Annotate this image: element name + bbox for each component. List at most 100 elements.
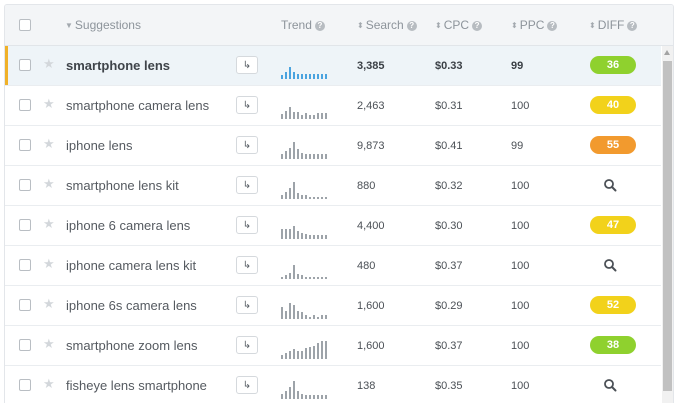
column-search[interactable]: ⬍ Search? <box>357 5 417 45</box>
table-row[interactable]: ★ fisheye lens smartphone ↳ 138 $0.35 100 <box>5 366 661 403</box>
trend-bar <box>301 233 303 239</box>
favorite-star-icon[interactable]: ★ <box>43 137 55 151</box>
cpc-value: $0.35 <box>435 380 463 392</box>
open-serp-arrow-icon[interactable]: ↳ <box>236 216 258 234</box>
cpc-value: $0.37 <box>435 340 463 352</box>
row-checkbox[interactable] <box>19 259 31 271</box>
trend-bar <box>309 395 311 399</box>
favorite-star-icon[interactable]: ★ <box>43 177 55 191</box>
column-trend[interactable]: Trend? <box>281 5 325 45</box>
trend-bar <box>301 275 303 279</box>
trend-bar <box>289 107 291 119</box>
sort-icon: ⬍ <box>589 21 596 30</box>
keyword-text[interactable]: smartphone zoom lens <box>66 326 198 365</box>
trend-bar <box>281 154 283 159</box>
sort-icon: ⬍ <box>357 21 364 30</box>
trend-bar <box>281 394 283 399</box>
table-row[interactable]: ★ iphone camera lens kit ↳ 480 $0.37 100 <box>5 246 661 286</box>
favorite-star-icon[interactable]: ★ <box>43 57 55 71</box>
search-volume: 3,385 <box>357 60 385 72</box>
trend-bar <box>301 115 303 119</box>
trend-bar <box>281 114 283 119</box>
search-volume: 138 <box>357 380 376 392</box>
column-suggestions[interactable]: ▼ Suggestions <box>65 5 141 45</box>
row-checkbox[interactable] <box>19 99 31 111</box>
row-checkbox[interactable] <box>19 339 31 351</box>
column-diff[interactable]: ⬍ DIFF? <box>589 5 638 45</box>
row-checkbox[interactable] <box>19 139 31 151</box>
open-serp-arrow-icon[interactable]: ↳ <box>236 56 258 74</box>
favorite-star-icon[interactable]: ★ <box>43 257 55 271</box>
keyword-text[interactable]: iphone 6 camera lens <box>66 206 190 245</box>
trend-bar <box>313 395 315 399</box>
trend-bar <box>305 348 307 359</box>
favorite-star-icon[interactable]: ★ <box>43 377 55 391</box>
column-cpc[interactable]: ⬍ CPC? <box>435 5 483 45</box>
ppc-value: 100 <box>511 340 530 352</box>
trend-bar <box>289 273 291 279</box>
help-icon[interactable]: ? <box>406 21 417 31</box>
open-serp-arrow-icon[interactable]: ↳ <box>236 296 258 314</box>
row-checkbox[interactable] <box>19 59 31 71</box>
help-icon[interactable]: ? <box>547 21 558 31</box>
difficulty-badge: 40 <box>590 96 636 114</box>
favorite-star-icon[interactable]: ★ <box>43 97 55 111</box>
keyword-text[interactable]: fisheye lens smartphone <box>66 366 207 403</box>
table-row[interactable]: ★ iphone 6s camera lens ↳ 1,600 $0.29 100 52 <box>5 286 661 326</box>
row-checkbox[interactable] <box>19 179 31 191</box>
trend-bar <box>305 315 307 319</box>
trend-sparkline <box>281 59 329 79</box>
trend-bar <box>309 74 311 79</box>
scrollbar-thumb[interactable] <box>663 61 672 391</box>
keyword-text[interactable]: iphone camera lens kit <box>66 246 196 285</box>
trend-bar <box>321 113 323 119</box>
magnifier-search-icon[interactable] <box>603 178 617 192</box>
help-icon[interactable]: ? <box>472 21 483 31</box>
trend-bar <box>285 229 287 239</box>
help-icon[interactable]: ? <box>627 21 638 31</box>
open-serp-arrow-icon[interactable]: ↳ <box>236 256 258 274</box>
trend-bar <box>301 153 303 159</box>
column-ppc[interactable]: ⬍ PPC? <box>511 5 558 45</box>
table-row[interactable]: ★ smartphone lens ↳ 3,385 $0.33 99 36 <box>5 46 661 86</box>
search-volume: 2,463 <box>357 100 385 112</box>
keyword-text[interactable]: iphone lens <box>66 126 133 165</box>
trend-bar <box>305 195 307 199</box>
keyword-text[interactable]: smartphone lens kit <box>66 166 179 205</box>
trend-bar <box>313 315 315 319</box>
favorite-star-icon[interactable]: ★ <box>43 297 55 311</box>
table-row[interactable]: ★ smartphone camera lens ↳ 2,463 $0.31 100 40 <box>5 86 661 126</box>
open-serp-arrow-icon[interactable]: ↳ <box>236 376 258 394</box>
table-row[interactable]: ★ smartphone zoom lens ↳ 1,600 $0.37 100 38 <box>5 326 661 366</box>
row-checkbox[interactable] <box>19 379 31 391</box>
column-suggestions-label: Suggestions <box>74 18 141 32</box>
trend-bar <box>289 188 291 199</box>
row-checkbox[interactable] <box>19 299 31 311</box>
magnifier-search-icon[interactable] <box>603 258 617 272</box>
open-serp-arrow-icon[interactable]: ↳ <box>236 96 258 114</box>
sort-icon: ⬍ <box>435 21 442 30</box>
magnifier-search-icon[interactable] <box>603 378 617 392</box>
table-row[interactable]: ★ smartphone lens kit ↳ 880 $0.32 100 <box>5 166 661 206</box>
trend-bar <box>313 346 315 359</box>
open-serp-arrow-icon[interactable]: ↳ <box>236 176 258 194</box>
favorite-star-icon[interactable]: ★ <box>43 337 55 351</box>
open-serp-arrow-icon[interactable]: ↳ <box>236 336 258 354</box>
favorite-star-icon[interactable]: ★ <box>43 217 55 231</box>
trend-bar <box>301 351 303 359</box>
select-all-checkbox[interactable] <box>19 19 31 31</box>
keyword-table: ▼ Suggestions Trend? ⬍ Search? ⬍ CPC? ⬍ PPC?… <box>4 4 674 403</box>
trend-bar <box>285 353 287 359</box>
scroll-up-arrow-icon[interactable] <box>662 46 673 60</box>
help-icon[interactable]: ? <box>314 21 325 31</box>
row-checkbox[interactable] <box>19 219 31 231</box>
table-row[interactable]: ★ iphone 6 camera lens ↳ 4,400 $0.30 100 47 <box>5 206 661 246</box>
vertical-scrollbar[interactable] <box>662 46 673 403</box>
keyword-text[interactable]: smartphone camera lens <box>66 86 209 125</box>
table-row[interactable]: ★ iphone lens ↳ 9,873 $0.41 99 55 <box>5 126 661 166</box>
keyword-text[interactable]: smartphone lens <box>66 46 170 85</box>
trend-bar <box>297 391 299 399</box>
open-serp-arrow-icon[interactable]: ↳ <box>236 136 258 154</box>
trend-bar <box>301 394 303 399</box>
keyword-text[interactable]: iphone 6s camera lens <box>66 286 197 325</box>
